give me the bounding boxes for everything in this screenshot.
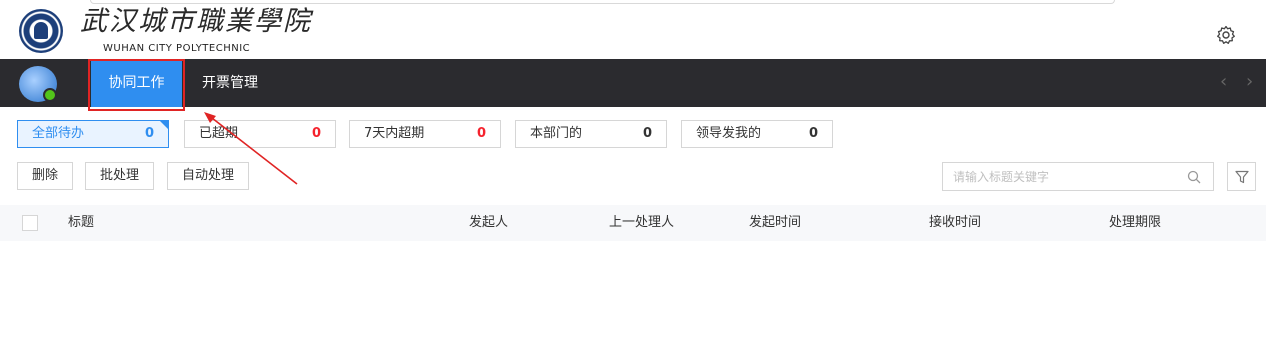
app-window: 武汉城市職業學院 WUHAN CITY POLYTECHNIC 协同工作 开票管… — [0, 0, 1266, 363]
search-input[interactable] — [953, 166, 1173, 187]
filter-all-todo[interactable]: 全部待办 0 — [17, 120, 169, 148]
select-all-checkbox[interactable] — [22, 215, 38, 231]
filter-overdue[interactable]: 已超期 0 — [184, 120, 336, 148]
filter-label: 全部待办 — [32, 126, 85, 141]
top-navbar: 协同工作 开票管理 ‹ › — [0, 59, 1266, 107]
column-previous-handler[interactable]: 上一处理人 — [609, 205, 674, 241]
column-deadline[interactable]: 处理期限 — [1109, 205, 1161, 241]
filter-my-department[interactable]: 本部门的 0 — [515, 120, 667, 148]
filter-count: 0 — [476, 126, 486, 141]
header: 武汉城市職業學院 WUHAN CITY POLYTECHNIC — [0, 0, 1266, 59]
column-start-time[interactable]: 发起时间 — [749, 205, 801, 241]
filter-overdue-7days[interactable]: 7天内超期 0 — [349, 120, 501, 148]
filter-label: 领导发我的 — [696, 126, 762, 141]
search-box — [942, 162, 1214, 191]
filter-count: 0 — [808, 126, 818, 141]
column-title[interactable]: 标题 — [68, 205, 94, 241]
search-icon[interactable] — [1187, 170, 1201, 184]
online-status-icon — [43, 88, 57, 102]
table-header: 标题 发起人 上一处理人 发起时间 接收时间 处理期限 — [0, 205, 1266, 241]
advanced-filter-button[interactable] — [1227, 162, 1256, 191]
school-emblem-logo — [19, 9, 63, 53]
logo-title: 武汉城市職業學院 — [80, 6, 312, 37]
auto-process-button[interactable]: 自动处理 — [167, 162, 250, 190]
logo-subtitle: WUHAN CITY POLYTECHNIC — [103, 43, 251, 54]
filter-count: 0 — [311, 126, 321, 141]
filter-from-leader[interactable]: 领导发我的 0 — [681, 120, 833, 148]
filter-label: 本部门的 — [530, 126, 583, 141]
delete-button[interactable]: 删除 — [17, 162, 74, 190]
filter-icon — [1235, 170, 1249, 184]
filter-count: 0 — [642, 126, 652, 141]
filter-count: 0 — [144, 126, 154, 141]
tab-invoice-management[interactable]: 开票管理 — [188, 59, 272, 107]
column-received-time[interactable]: 接收时间 — [929, 205, 981, 241]
top-divider — [90, 0, 1115, 4]
filter-label: 已超期 — [199, 126, 239, 141]
selected-corner-marker — [160, 121, 168, 129]
nav-next-icon[interactable]: › — [1246, 71, 1253, 93]
column-initiator[interactable]: 发起人 — [469, 205, 508, 241]
filter-label: 7天内超期 — [364, 126, 425, 141]
avatar[interactable] — [19, 66, 57, 102]
nav-prev-icon[interactable]: ‹ — [1220, 71, 1227, 93]
annotation-highlight-box — [88, 59, 185, 111]
batch-process-button[interactable]: 批处理 — [85, 162, 155, 190]
gear-icon[interactable] — [1216, 25, 1236, 45]
